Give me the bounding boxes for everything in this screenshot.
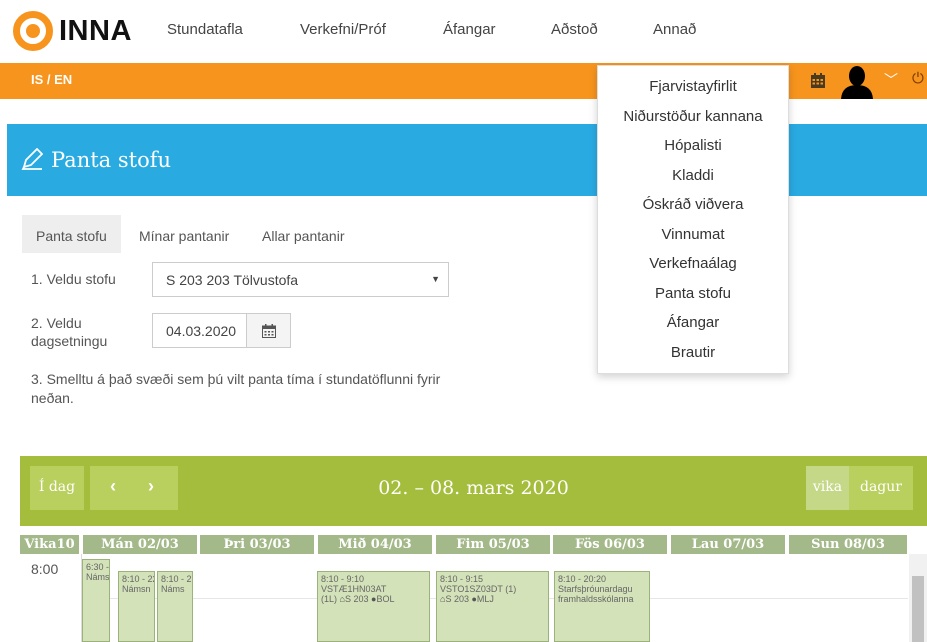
event-title: VSTÆ1HN03AT	[321, 584, 387, 594]
event-title: Námsm	[86, 572, 110, 582]
event-teacher: MLJ	[476, 594, 494, 604]
date-label-line1: 2. Veldu	[31, 315, 82, 331]
event-title: Náms	[161, 584, 185, 594]
booking-instructions: 3. Smelltu á það svæði sem þú vilt panta…	[31, 371, 441, 406]
day-header-tue[interactable]: Þri 03/03	[200, 535, 314, 554]
date-input[interactable]: 04.03.2020	[152, 313, 247, 348]
menu-item-oskrad-vidvera[interactable]: Óskráð viðvera	[598, 196, 788, 213]
nav-stundatafla[interactable]: Stundatafla	[167, 21, 243, 38]
event-detail-row: (1L) ⌂S 203 ●BOL	[321, 594, 426, 604]
time-label: 8:00	[31, 561, 59, 577]
nav-adstod[interactable]: Aðstoð	[551, 21, 598, 38]
calendar-title: 02. – 08. mars 2020	[378, 477, 569, 499]
menu-item-afangar[interactable]: Áfangar	[598, 314, 788, 331]
calendar-event[interactable]: 8:10 - 2 Náms	[157, 571, 193, 642]
event-title: Námsn	[122, 584, 151, 594]
date-label-line2: dagsetningu	[31, 333, 108, 349]
event-time: 8:10 - 9:15	[440, 574, 484, 584]
calendar-header: Í dag ‹ › 02. – 08. mars 2020 vika dagur	[20, 456, 927, 526]
avatar[interactable]	[838, 63, 876, 99]
select-arrow-icon: ▼	[431, 274, 440, 284]
calendar-scrollbar[interactable]	[909, 554, 927, 642]
scrollbar-thumb[interactable]	[912, 576, 924, 642]
inna-logo[interactable]: INNA	[13, 10, 132, 52]
event-detail: (1L)	[321, 594, 338, 604]
menu-item-panta-stofu[interactable]: Panta stofu	[598, 285, 788, 302]
event-room: S 203	[344, 594, 369, 604]
calendar-event[interactable]: 6:30 - 18:40 Námsm	[82, 559, 110, 642]
event-detail: framhaldsskólanna	[558, 594, 634, 604]
tab-allar-pantanir[interactable]: Allar pantanir	[248, 215, 359, 253]
week-number: Vika10	[20, 535, 79, 554]
page-title: Panta stofu	[51, 148, 172, 172]
page-header: Panta stofu	[7, 124, 927, 196]
logo-text: INNA	[59, 14, 132, 47]
event-detail-row: ⌂S 203 ●MLJ	[440, 594, 545, 604]
event-title: VSTO1SZ03DT (1)	[440, 584, 517, 594]
chevron-down-icon[interactable]: ﹀	[884, 70, 898, 90]
menu-item-hopalisti[interactable]: Hópalisti	[598, 137, 788, 154]
day-header-wed[interactable]: Mið 04/03	[318, 535, 432, 554]
tab-panta-stofu[interactable]: Panta stofu	[22, 215, 121, 253]
menu-item-verkefnaalag[interactable]: Verkefnaálag	[598, 255, 788, 272]
day-header-thu[interactable]: Fim 05/03	[436, 535, 550, 554]
menu-item-fjarvistayfirlit[interactable]: Fjarvistayfirlit	[598, 78, 788, 95]
nav-annad[interactable]: Annað	[653, 21, 696, 38]
event-teacher: BOL	[376, 594, 395, 604]
event-time: 8:10 - 9:10	[321, 574, 365, 584]
event-time: 8:10 - 22	[122, 574, 155, 584]
menu-item-nidurstodur-kannana[interactable]: Niðurstöður kannana	[598, 108, 788, 125]
logo-icon	[13, 11, 53, 51]
day-header-sun[interactable]: Sun 08/03	[789, 535, 907, 554]
calendar-event[interactable]: 8:10 - 9:10 VSTÆ1HN03AT (1L) ⌂S 203 ●BOL	[317, 571, 430, 642]
calendar-event[interactable]: 8:10 - 9:15 VSTO1SZ03DT (1) ⌂S 203 ●MLJ	[436, 571, 549, 642]
date-picker-button[interactable]	[246, 313, 291, 348]
calendar-icon[interactable]	[811, 73, 825, 88]
day-header-sat[interactable]: Lau 07/03	[671, 535, 785, 554]
calendar-event[interactable]: 8:10 - 20:20 Starfsþróunardagu framhalds…	[554, 571, 650, 642]
language-switch[interactable]: IS / EN	[31, 72, 72, 87]
day-header-fri[interactable]: Fös 06/03	[553, 535, 667, 554]
power-icon[interactable]: ⏻	[912, 70, 924, 87]
event-time: 8:10 - 20:20	[558, 574, 607, 584]
date-label: 2. Veldu dagsetningu	[31, 314, 107, 350]
event-time: 6:30 - 18:40	[86, 562, 110, 572]
event-time: 8:10 - 2	[161, 574, 192, 584]
event-room: S 203	[445, 594, 469, 604]
nav-verkefni-prof[interactable]: Verkefni/Próf	[300, 21, 386, 38]
room-select-value: S 203 203 Tölvustofa	[166, 272, 299, 288]
view-day-button[interactable]: dagur	[849, 466, 913, 510]
pencil-icon	[21, 148, 43, 170]
room-label: 1. Veldu stofu	[31, 271, 116, 287]
menu-item-vinnumat[interactable]: Vinnumat	[598, 226, 788, 243]
nav-afangar[interactable]: Áfangar	[443, 21, 496, 38]
calendar-icon	[262, 324, 276, 338]
calendar-event[interactable]: 8:10 - 22 Námsn	[118, 571, 155, 642]
menu-item-kladdi[interactable]: Kladdi	[598, 167, 788, 184]
tab-minar-pantanir[interactable]: Mínar pantanir	[125, 215, 243, 253]
view-week-button[interactable]: vika	[806, 466, 849, 510]
top-navigation: INNA Stundatafla Verkefni/Próf Áfangar A…	[0, 0, 927, 62]
annad-dropdown-menu: Fjarvistayfirlit Niðurstöður kannana Hóp…	[597, 65, 789, 374]
day-header-mon[interactable]: Mán 02/03	[83, 535, 197, 554]
room-select[interactable]: S 203 203 Tölvustofa ▼	[152, 262, 449, 297]
menu-item-brautir[interactable]: Brautir	[598, 344, 788, 361]
event-title: Starfsþróunardagu	[558, 584, 633, 594]
